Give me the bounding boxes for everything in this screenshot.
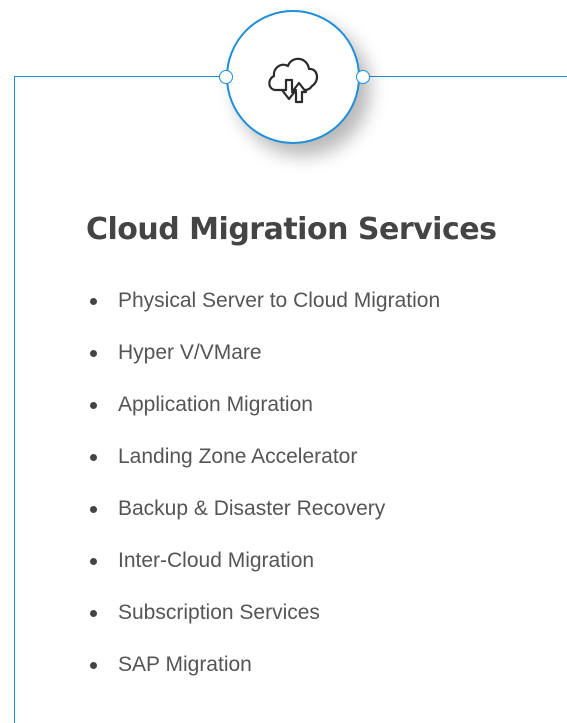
cloud-upload-download-icon (268, 57, 319, 104)
list-item: Subscription Services (86, 598, 440, 650)
connector-node-right (356, 70, 370, 84)
list-item: Landing Zone Accelerator (86, 442, 440, 494)
list-item: Application Migration (86, 390, 440, 442)
frame-left-line (14, 76, 15, 723)
list-item: Physical Server to Cloud Migration (86, 286, 440, 338)
list-item: Backup & Disaster Recovery (86, 494, 440, 546)
connector-node-left (219, 70, 233, 84)
list-item: SAP Migration (86, 650, 440, 702)
services-list: Physical Server to Cloud Migration Hyper… (86, 286, 440, 702)
list-item: Inter-Cloud Migration (86, 546, 440, 598)
frame-top-line-left (14, 76, 222, 77)
frame-top-line-right (368, 76, 567, 77)
list-item: Hyper V/VMare (86, 338, 440, 390)
section-title: Cloud Migration Services (86, 212, 497, 247)
service-icon-badge (226, 10, 360, 144)
